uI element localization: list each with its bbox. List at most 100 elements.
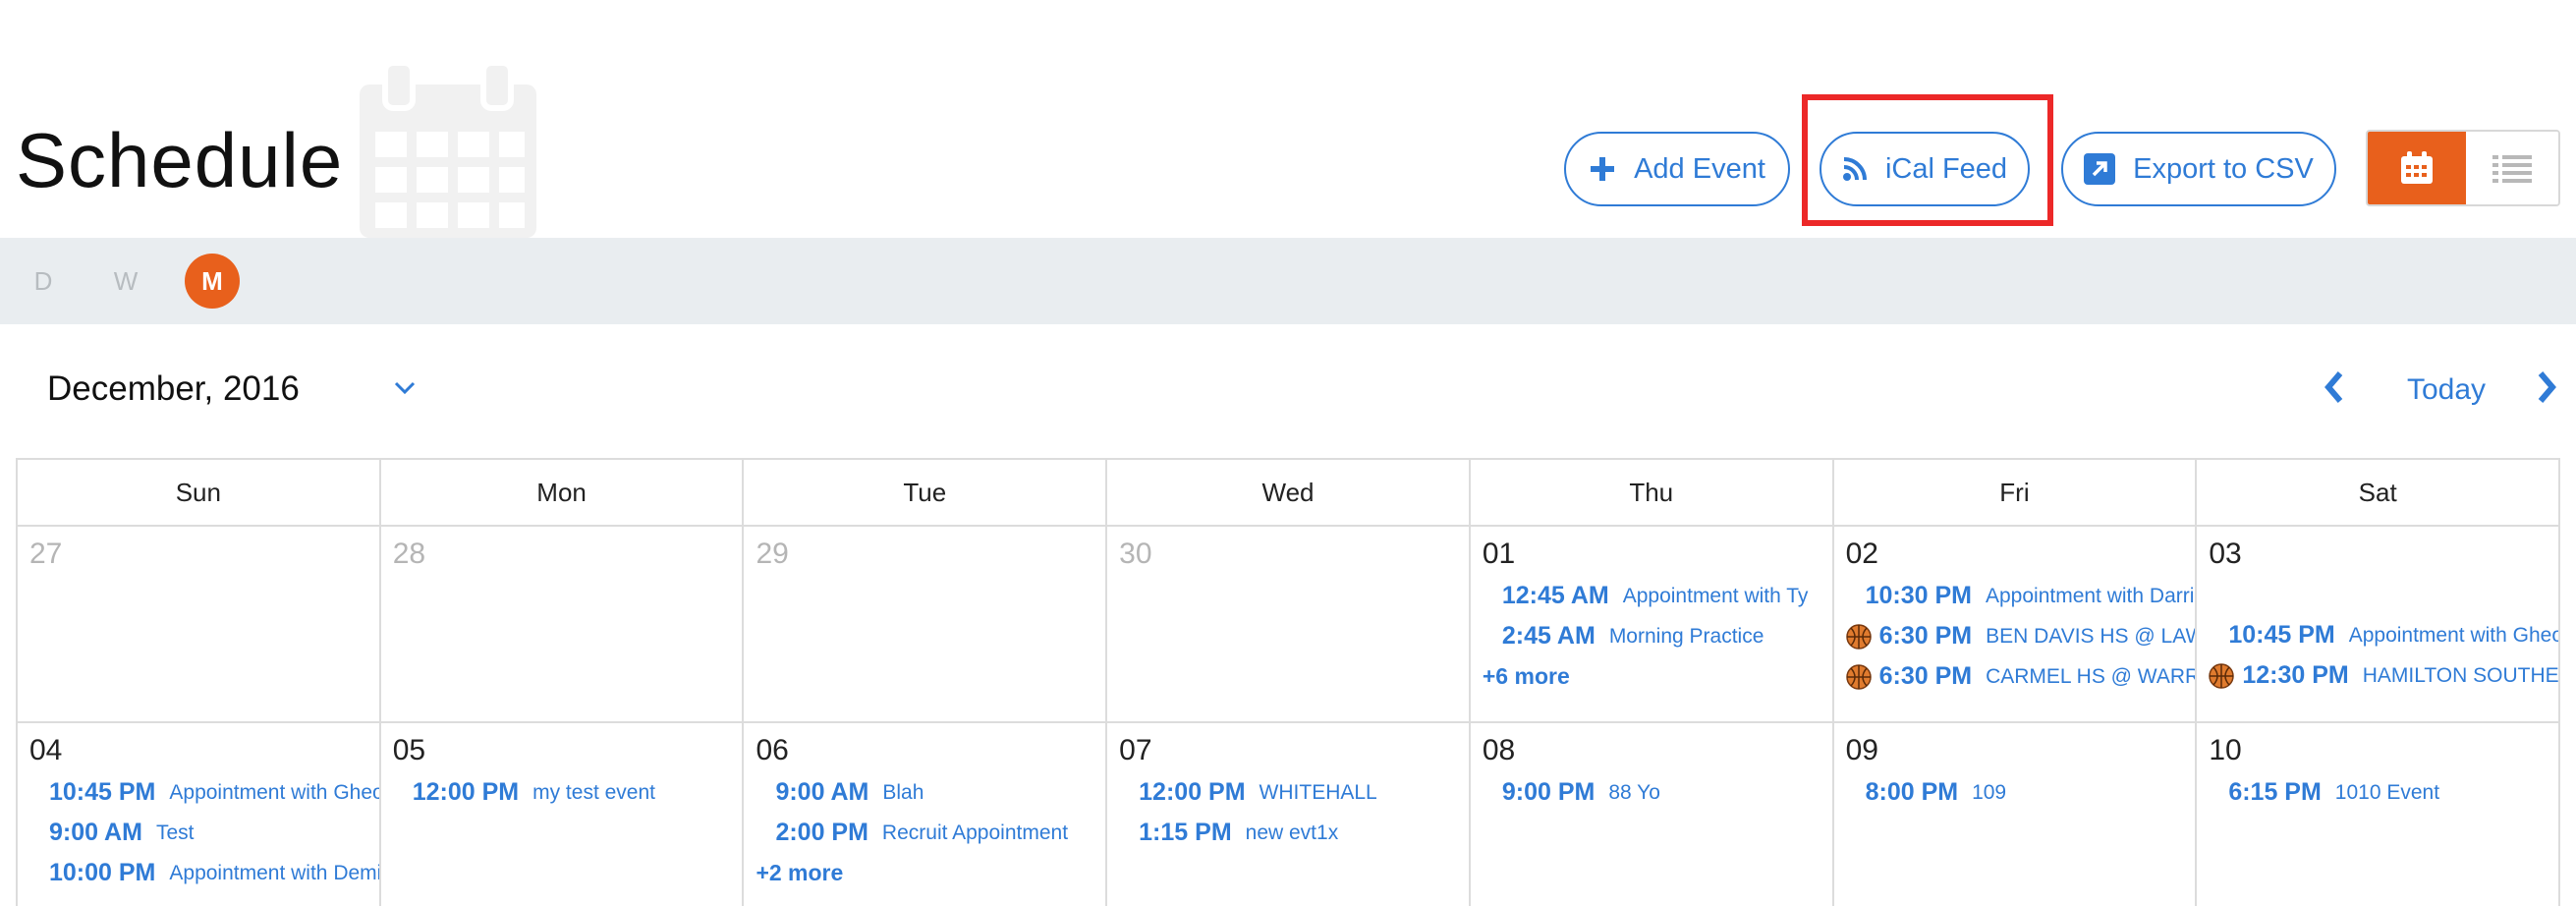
event-title: 1010 Event (2334, 780, 2440, 804)
ical-feed-label: iCal Feed (1884, 152, 2008, 185)
calendar-event[interactable]: 12:00 PM WHITEHALL (1119, 772, 1469, 813)
event-title: WHITEHALL (1259, 780, 1377, 804)
plus-icon (1589, 155, 1616, 183)
event-time: 9:00 AM (775, 778, 869, 806)
day-number: 06 (756, 734, 789, 766)
calendar-event[interactable]: 9:00 AM Blah (756, 772, 1105, 813)
week-row: 27 28 29 30 01 12:45 AM Appointment with Ty 2:4… (18, 527, 2561, 723)
calendar-event[interactable]: 1:15 PM new evt1x (1119, 813, 1469, 853)
day-cell[interactable]: 09 8:00 PM 109 (1834, 723, 2198, 906)
ical-feed-button[interactable]: iCal Feed (1820, 132, 2030, 206)
day-number: 08 (1482, 734, 1516, 766)
calendar-event[interactable]: 12:30 PM HAMILTON SOUTHEASTERN (2209, 655, 2558, 696)
weekday-header: Sat (2197, 460, 2561, 527)
day-cell[interactable]: 07 12:00 PM WHITEHALL 1:15 PM new evt1x (1107, 723, 1471, 906)
next-month-icon[interactable] (2533, 368, 2562, 407)
weekday-header: Thu (1470, 460, 1834, 527)
calendar-event[interactable]: 2:00 PM Recruit Appointment (756, 813, 1105, 853)
event-title: Appointment with Gheorghe (169, 780, 379, 804)
day-cell[interactable]: 01 12:45 AM Appointment with Ty 2:45 AM Morn… (1470, 527, 1834, 723)
day-mode-button[interactable]: D (16, 254, 71, 309)
day-cell[interactable]: 03 10:45 PM Appointment with Gheorghe 12:30… (2197, 527, 2561, 723)
page-header: Schedule Add Event iCal Feed Export to C… (0, 0, 2576, 238)
day-number: 30 (1119, 538, 1152, 570)
calendar-event[interactable]: 9:00 PM 88 Yo (1483, 772, 1832, 813)
event-title: HAMILTON SOUTHEASTERN (2362, 663, 2559, 687)
calendar-event[interactable]: 8:00 PM 109 (1846, 772, 2196, 813)
event-title: Morning Practice (1608, 624, 1764, 648)
page-title: Schedule (16, 117, 344, 203)
calendar-event[interactable]: 10:00 PM Appointment with Demi (29, 853, 379, 893)
day-number: 01 (1482, 538, 1516, 570)
event-time: 6:30 PM (1878, 622, 1973, 650)
add-event-button[interactable]: Add Event (1564, 132, 1790, 206)
day-cell[interactable]: 30 (1107, 527, 1471, 723)
event-time: 9:00 AM (49, 819, 142, 846)
calendar-event[interactable]: 12:00 PM my test event (393, 772, 743, 813)
weekday-header: Sun (18, 460, 381, 527)
event-time: 9:00 PM (1501, 778, 1596, 806)
event-time: 6:15 PM (2228, 778, 2322, 806)
day-cell[interactable]: 02 10:30 PM Appointment with Darrione 6:30 … (1833, 527, 2198, 723)
calendar-event[interactable]: 6:30 PM CARMEL HS @ WARREN CENTRAL (1845, 656, 2195, 697)
calendar-event[interactable]: 10:30 PM Appointment with Darrione (1846, 576, 2196, 616)
event-time: 8:00 PM (1865, 778, 1959, 806)
event-time: 1:15 PM (1139, 819, 1232, 846)
day-cell[interactable]: 04 10:45 PM Appointment with Gheorghe 9:00 … (18, 723, 381, 906)
event-time: 12:00 PM (1139, 778, 1246, 806)
day-cell[interactable]: 27 (18, 527, 381, 723)
day-cell[interactable]: 29 (744, 527, 1108, 723)
list-view-button[interactable] (2466, 132, 2558, 204)
day-cell[interactable]: 10 6:15 PM 1010 Event (2197, 723, 2561, 906)
event-time: 6:30 PM (1878, 662, 1973, 690)
calendar-watermark-icon (360, 61, 536, 238)
calendar-event[interactable]: 10:45 PM Appointment with Gheorghe (2209, 615, 2558, 655)
event-title: Blah (882, 780, 924, 804)
weekday-header: Wed (1107, 460, 1471, 527)
event-title: 88 Yo (1608, 780, 1660, 804)
event-title: Appointment with Demi (169, 861, 379, 884)
event-title: 109 (1972, 780, 2007, 804)
week-mode-button[interactable]: W (98, 254, 153, 309)
previous-month-icon[interactable] (2319, 368, 2348, 407)
calendar-event[interactable]: 12:45 AM Appointment with Ty (1483, 576, 1832, 616)
weekday-header: Fri (1833, 460, 2198, 527)
calendar-event[interactable]: 6:15 PM 1010 Event (2209, 772, 2558, 813)
day-number: 07 (1119, 734, 1152, 766)
calendar-event[interactable]: 6:30 PM BEN DAVIS HS @ LAWRENCE (1845, 616, 2195, 656)
calendar-view-button[interactable] (2368, 132, 2466, 204)
day-number: 28 (392, 538, 426, 570)
day-number: 02 (1845, 538, 1878, 570)
event-time: 2:45 AM (1501, 622, 1596, 650)
month-mode-button[interactable]: M (185, 254, 240, 309)
day-number: 27 (29, 538, 63, 570)
event-time: 10:45 PM (2228, 621, 2335, 649)
more-events-link[interactable]: +6 more (1483, 656, 1832, 696)
calendar-event[interactable]: 10:45 PM Appointment with Gheorghe (29, 772, 379, 813)
basketball-icon (1845, 623, 1872, 650)
today-button[interactable]: Today (2407, 373, 2486, 407)
event-title: Recruit Appointment (881, 821, 1069, 844)
event-time: 12:45 AM (1501, 582, 1609, 609)
event-time: 10:30 PM (1865, 582, 1972, 609)
weekday-header-row: Sun Mon Tue Wed Thu Fri Sat (18, 460, 2561, 527)
day-cell[interactable]: 28 (380, 527, 745, 723)
day-number: 05 (392, 734, 426, 766)
rss-icon (1842, 156, 1868, 182)
event-title: new evt1x (1245, 821, 1339, 844)
export-csv-button[interactable]: Export to CSV (2061, 132, 2336, 206)
event-time: 10:45 PM (49, 778, 156, 806)
calendar-event[interactable]: 2:45 AM Morning Practice (1483, 616, 1832, 656)
day-cell[interactable]: 06 9:00 AM Blah 2:00 PM Recruit Appointment +… (744, 723, 1108, 906)
day-number: 09 (1845, 734, 1878, 766)
weekday-header: Mon (380, 460, 745, 527)
more-events-link[interactable]: +2 more (756, 853, 1105, 892)
event-title: Appointment with Gheorghe (2348, 623, 2559, 647)
export-csv-label: Export to CSV (2133, 152, 2314, 185)
event-title: BEN DAVIS HS @ LAWRENCE (1986, 624, 2195, 648)
day-cell[interactable]: 08 9:00 PM 88 Yo (1471, 723, 1834, 906)
event-time: 12:30 PM (2242, 661, 2349, 689)
day-cell[interactable]: 05 12:00 PM my test event (381, 723, 745, 906)
chevron-down-icon[interactable] (391, 375, 419, 399)
calendar-event[interactable]: 9:00 AM Test (29, 813, 379, 853)
